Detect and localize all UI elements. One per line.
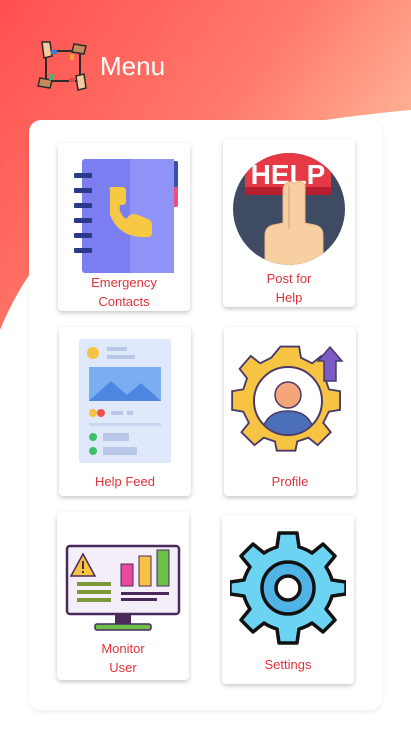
helping-hands-icon [37,41,87,91]
feed-document-icon [79,339,171,463]
emergency-contacts-label: Emergency Contacts [91,275,157,309]
help-feed-label: Help Feed [95,474,155,489]
page-title: Menu [100,51,166,81]
settings-tile[interactable]: Settings [222,515,354,684]
settings-label: Settings [264,657,312,672]
profile-gear-icon [231,345,344,452]
settings-gear-icon [230,531,346,645]
header: Menu [36,40,165,92]
monitor-user-tile[interactable]: Monitor User [57,512,189,680]
post-for-help-tile[interactable]: HELP Post for Help [223,139,355,307]
profile-tile[interactable]: Profile [224,327,356,496]
profile-label: Profile [271,474,309,489]
help-button-icon: HELP [233,153,345,265]
address-book-icon [74,159,178,273]
help-feed-tile[interactable]: Help Feed [59,327,191,496]
post-for-help-label: Post for Help [266,271,312,305]
monitor-dashboard-icon [65,544,181,631]
emergency-contacts-tile[interactable]: Emergency Contacts [58,143,190,311]
monitor-user-label: Monitor User [101,641,145,675]
